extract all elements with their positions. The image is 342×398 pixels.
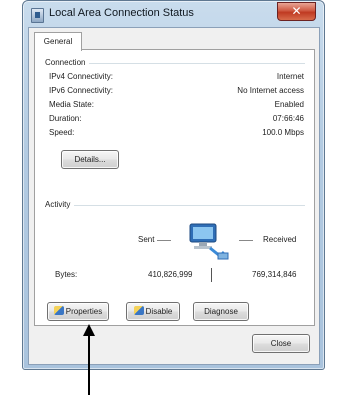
received-line [239,240,253,241]
activity-divider [45,205,305,206]
shield-icon [53,306,64,315]
arrow-shaft [88,333,90,395]
general-panel: Connection IPv4 Connectivity: Internet I… [34,49,315,326]
properties-button[interactable]: Properties [47,302,109,321]
status-window: Local Area Connection Status ✕ General C… [22,0,325,370]
ipv4-label: IPv4 Connectivity: [49,72,114,81]
tab-general[interactable]: General [34,32,82,51]
ipv4-row: IPv4 Connectivity: Internet [49,72,304,85]
connection-group-label: Connection [45,58,90,67]
disable-label: Disable [145,307,173,316]
speed-value: 100.0 Mbps [262,128,304,137]
speed-row: Speed: 100.0 Mbps [49,128,304,141]
received-label: Received [263,235,297,244]
network-icon [31,8,44,23]
window-title: Local Area Connection Status [49,7,194,19]
duration-row: Duration: 07:66:46 [49,114,304,127]
ipv6-value: No Internet access [237,86,304,95]
media-state-row: Media State: Enabled [49,100,304,113]
ipv4-value: Internet [276,72,304,81]
close-button[interactable]: Close [252,334,310,353]
window-close-button[interactable]: ✕ [277,2,316,21]
speed-label: Speed: [49,128,75,137]
duration-label: Duration: [49,114,82,123]
computer-network-icon [189,223,229,260]
disable-button[interactable]: Disable [126,302,180,321]
bytes-divider [211,268,212,282]
properties-label: Properties [65,307,103,316]
media-state-value: Enabled [274,100,304,109]
ipv6-row: IPv6 Connectivity: No Internet access [49,86,304,99]
title-bar[interactable]: Local Area Connection Status ✕ [23,1,324,27]
sent-line [157,240,171,241]
media-state-label: Media State: [49,100,94,109]
ipv6-label: IPv6 Connectivity: [49,86,114,95]
details-button[interactable]: Details... [61,150,119,169]
duration-value: 07:66:46 [272,114,304,123]
bytes-label: Bytes: [55,270,78,279]
dialog-client: General Connection IPv4 Connectivity: In… [28,27,320,365]
bytes-sent-value: 410,826,999 [148,270,193,279]
activity-group-label: Activity [45,200,75,209]
bytes-received-value: 769,314,846 [252,270,297,279]
diagnose-button[interactable]: Diagnose [193,302,249,321]
sent-label: Sent [138,235,155,244]
shield-icon [133,306,144,315]
